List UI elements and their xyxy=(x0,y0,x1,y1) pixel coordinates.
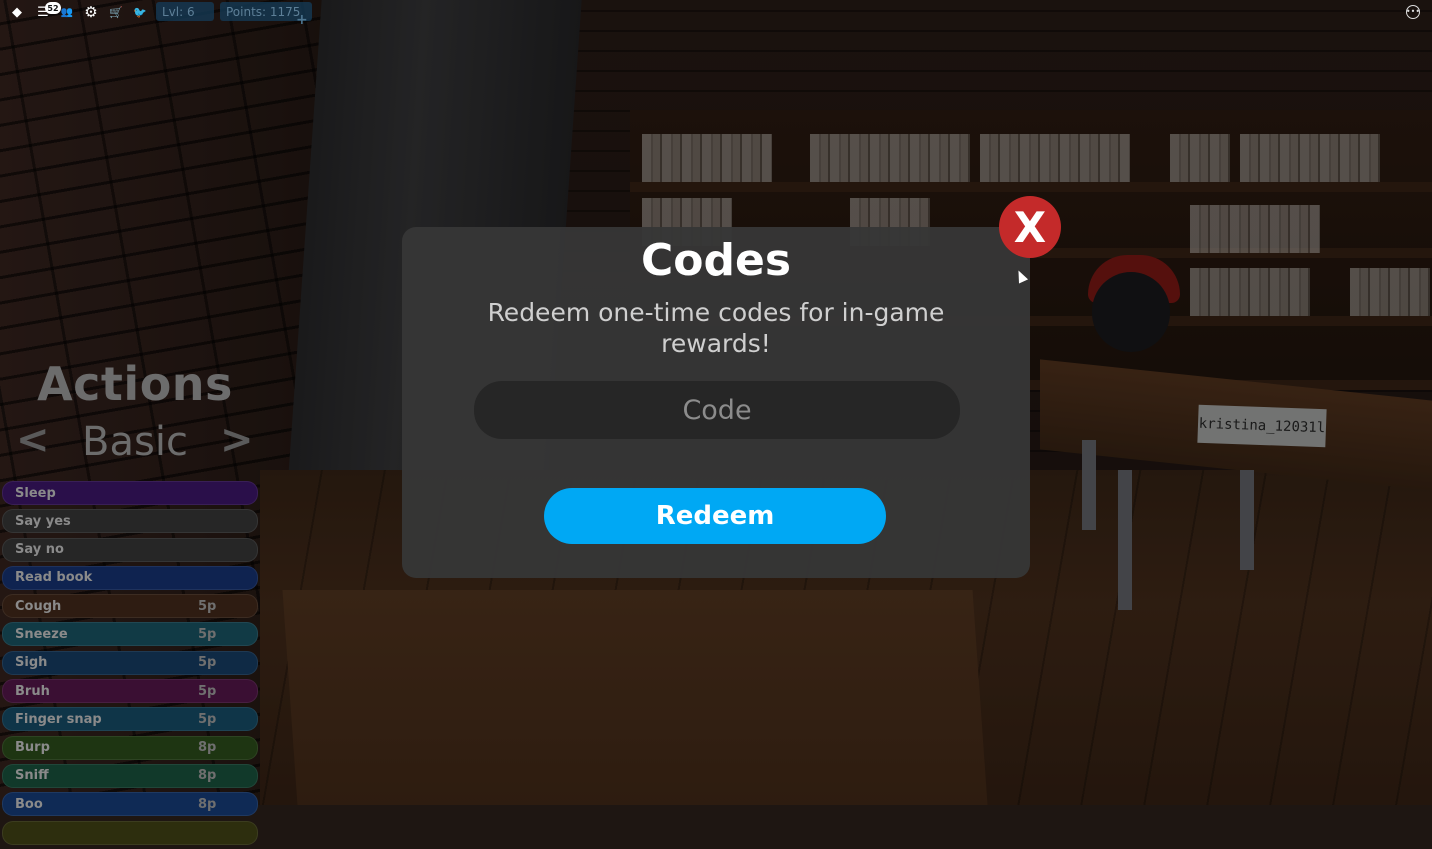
action-item[interactable] xyxy=(2,820,258,845)
roblox-logo-icon[interactable]: ◆ xyxy=(8,3,26,21)
settings-gear-icon[interactable]: ⚙ xyxy=(82,3,100,21)
action-label: Say no xyxy=(15,542,64,558)
action-label: Sigh xyxy=(15,655,48,671)
action-label: Cough xyxy=(15,598,62,614)
action-item[interactable]: Sneeze 5p xyxy=(2,622,258,647)
close-modal-button[interactable]: X xyxy=(999,196,1061,258)
action-cost: 5p xyxy=(198,598,217,614)
action-item[interactable]: Sniff 8p xyxy=(2,763,258,788)
action-cost: 8p xyxy=(198,796,217,812)
action-item[interactable]: Say yes xyxy=(2,509,258,534)
modal-description: Redeem one-time codes for in-game reward… xyxy=(487,298,945,358)
action-item[interactable]: Sigh 5p xyxy=(2,650,258,675)
action-cost: 5p xyxy=(198,683,217,699)
action-item[interactable]: Burp 8p xyxy=(2,735,258,760)
add-points-button[interactable]: + xyxy=(296,12,308,28)
roblox-menu-button[interactable]: ••• xyxy=(1406,5,1420,19)
shop-cart-icon[interactable]: 🛒 xyxy=(107,3,125,21)
action-label: Sniff xyxy=(15,768,49,784)
code-input[interactable] xyxy=(474,381,960,439)
action-list: Sleep Say yes Say no Read book Cough 5p Sneeze… xyxy=(2,481,258,849)
action-cost: 8p xyxy=(198,768,217,784)
action-label: Boo xyxy=(15,796,43,812)
action-item[interactable]: Say no xyxy=(2,537,258,562)
action-item[interactable]: Sleep xyxy=(2,481,258,505)
modal-title: Codes xyxy=(640,235,792,286)
action-cost: 5p xyxy=(198,711,217,727)
action-item[interactable]: Cough 5p xyxy=(2,594,258,619)
twitter-icon[interactable]: 🐦 xyxy=(131,3,149,21)
action-label: Burp xyxy=(15,740,50,756)
action-item[interactable]: Finger snap 5p xyxy=(2,707,258,732)
actions-panel: Actions < Basic > Sleep Say yes Say no Read… xyxy=(0,355,270,845)
action-label: Bruh xyxy=(15,683,50,699)
players-icon[interactable]: 👥 xyxy=(58,3,76,21)
actions-title: Actions xyxy=(37,357,233,411)
action-item[interactable]: Bruh 5p xyxy=(2,679,258,704)
action-label: Say yes xyxy=(15,513,71,529)
action-item[interactable]: Read book xyxy=(2,565,258,590)
action-label: Sneeze xyxy=(15,626,68,642)
action-item[interactable]: Boo 8p xyxy=(2,792,258,817)
action-cost: 5p xyxy=(198,655,217,671)
codes-modal: Codes Redeem one-time codes for in-game … xyxy=(402,227,1030,578)
top-bar: ◆ ☰ 52 👥 ⚙ 🛒 🐦 Lvl: 6 Points: 1175 + ••• xyxy=(0,0,1432,28)
redeem-button[interactable]: Redeem xyxy=(544,488,886,544)
next-category-button[interactable]: > xyxy=(220,417,254,463)
action-label: Read book xyxy=(15,570,93,586)
category-selector: < Basic > xyxy=(0,417,270,469)
action-cost: 5p xyxy=(198,626,217,642)
action-label: Sleep xyxy=(15,485,56,501)
action-cost: 8p xyxy=(198,740,217,756)
level-display: Lvl: 6 xyxy=(156,2,214,21)
action-label: Finger snap xyxy=(15,711,102,727)
